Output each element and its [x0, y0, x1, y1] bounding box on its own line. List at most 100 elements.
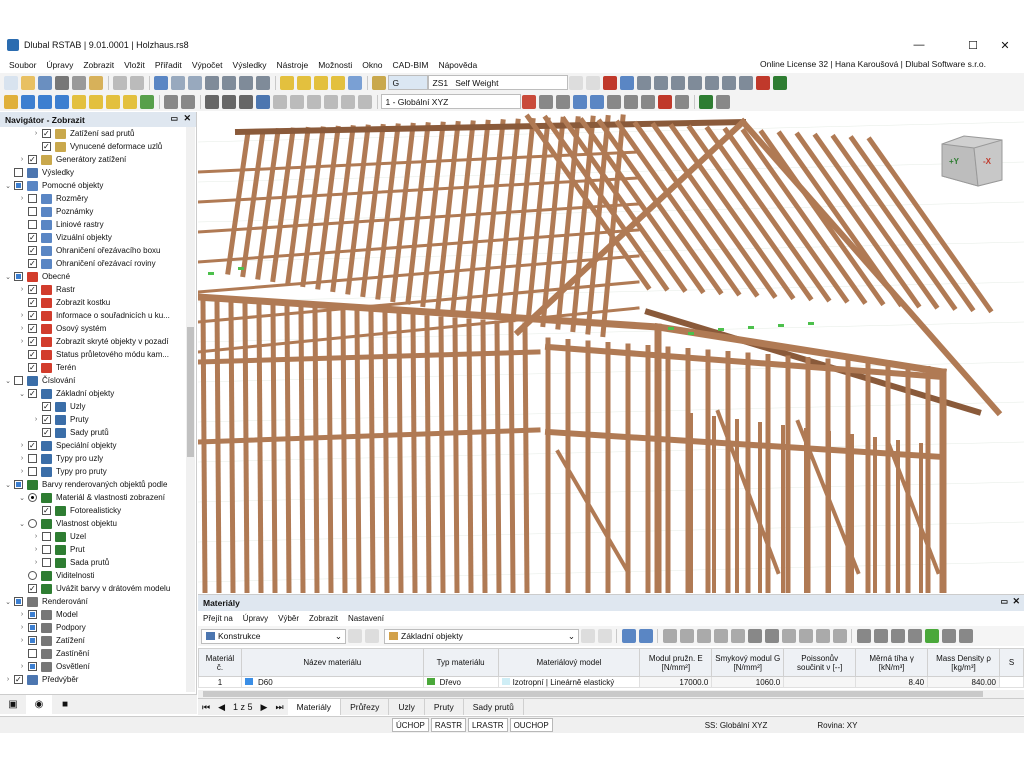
display-tab-icon[interactable]: ◉: [26, 695, 52, 714]
tree-item[interactable]: ⌄ Barvy renderovaných objektů podle: [0, 478, 196, 491]
col-material-name[interactable]: Název materiálu: [240, 648, 424, 677]
panel-close-icon[interactable]: ✕: [1012, 596, 1020, 607]
expand-toggle-icon[interactable]: ›: [4, 676, 12, 683]
select-in-model-icon[interactable]: [638, 629, 653, 643]
col-s[interactable]: S: [998, 648, 1024, 677]
view-iso-icon[interactable]: [522, 94, 536, 109]
tree-item[interactable]: › Model: [0, 608, 196, 621]
tree-item[interactable]: › Pruty: [0, 413, 196, 426]
result-values-icon[interactable]: [705, 75, 719, 90]
tree-item[interactable]: ⌄ Základní objekty: [0, 387, 196, 400]
table-icon[interactable]: [205, 75, 219, 90]
cell-s[interactable]: [998, 676, 1024, 688]
checkbox[interactable]: [28, 441, 37, 450]
tab-sady-prutu[interactable]: Sady prutů: [464, 699, 524, 715]
checkbox[interactable]: [28, 233, 37, 242]
tree-item[interactable]: ⌄ Vlastnost objektu: [0, 517, 196, 530]
tree-item[interactable]: Výsledky: [0, 166, 196, 179]
checkbox[interactable]: [14, 168, 23, 177]
tree-item[interactable]: Poznámky: [0, 205, 196, 218]
decimals-icon[interactable]: [958, 629, 973, 643]
tree-item[interactable]: › Rozměry: [0, 192, 196, 205]
expand-toggle-icon[interactable]: ›: [18, 325, 26, 332]
maximize-button[interactable]: ☐: [958, 35, 988, 55]
table-h-scrollbar[interactable]: [198, 690, 1024, 698]
grid-icon[interactable]: [730, 629, 745, 643]
checkbox[interactable]: [28, 636, 37, 645]
panel-pin-icon[interactable]: ▭: [1000, 597, 1008, 606]
structure-filter-select[interactable]: Konstrukce ⌄: [201, 628, 346, 644]
menu-moznosti[interactable]: Možnosti: [313, 60, 357, 70]
grid-toggle[interactable]: RASTR: [430, 718, 467, 732]
expand-toggle-icon[interactable]: ›: [18, 156, 26, 163]
menu-okno[interactable]: Okno: [357, 60, 387, 70]
checkbox[interactable]: [42, 428, 51, 437]
checkbox[interactable]: [28, 337, 37, 346]
solid-icon[interactable]: [290, 94, 304, 109]
checkbox[interactable]: [42, 506, 51, 515]
tab-prurezy[interactable]: Průřezy: [341, 699, 390, 715]
menu-vypocet[interactable]: Výpočet: [187, 60, 228, 70]
member-icon[interactable]: [38, 94, 52, 109]
checkbox[interactable]: [28, 311, 37, 320]
load-case-select[interactable]: ZS1 Self Weight: [427, 75, 568, 90]
checkbox[interactable]: [28, 389, 37, 398]
col-shear-modulus-g[interactable]: Smykový modul G [N/mm²]: [711, 648, 785, 677]
tree-item[interactable]: ⌄ Materiál & vlastnosti zobrazení: [0, 491, 196, 504]
expand-toggle-icon[interactable]: ⌄: [4, 377, 12, 385]
panel-menu-goto[interactable]: Přejít na: [198, 614, 238, 623]
function-edit-icon[interactable]: [907, 629, 922, 643]
tab-materialy[interactable]: Materiály: [287, 699, 342, 715]
cell-no[interactable]: 1: [198, 676, 242, 688]
expand-toggle-icon[interactable]: ⌄: [4, 481, 12, 489]
expand-toggle-icon[interactable]: ⌄: [18, 520, 26, 528]
col-material-type[interactable]: Typ materiálu: [422, 648, 499, 677]
cell-type[interactable]: Dřevo: [422, 676, 499, 688]
undo-icon[interactable]: [113, 75, 127, 90]
tree-item[interactable]: › Zatížení: [0, 634, 196, 647]
checkbox[interactable]: [28, 220, 37, 229]
object-next-icon[interactable]: [597, 629, 612, 643]
checkbox[interactable]: [42, 129, 51, 138]
checkbox[interactable]: [42, 532, 51, 541]
checkbox[interactable]: [28, 454, 37, 463]
division-icon[interactable]: [123, 94, 137, 109]
expand-toggle-icon[interactable]: ›: [18, 611, 26, 618]
checkbox[interactable]: [14, 376, 23, 385]
checkbox[interactable]: [14, 272, 23, 281]
select-in-table-icon[interactable]: [621, 629, 636, 643]
expand-toggle-icon[interactable]: ›: [18, 312, 26, 319]
tree-item[interactable]: ⌄ Obecné: [0, 270, 196, 283]
checkbox[interactable]: [28, 662, 37, 671]
view-front-icon[interactable]: [539, 94, 553, 109]
panel-menu-view[interactable]: Zobrazit: [304, 614, 343, 623]
checkbox[interactable]: [28, 350, 37, 359]
col-modulus-e[interactable]: Modul pružn. E [N/mm²]: [639, 648, 713, 677]
cell-g[interactable]: 1060.0: [711, 676, 785, 688]
checkbox[interactable]: [28, 285, 37, 294]
tree-item[interactable]: ⌄ Renderování: [0, 595, 196, 608]
excel-icon[interactable]: [924, 629, 939, 643]
copy-row-icon[interactable]: [679, 629, 694, 643]
scroll-thumb[interactable]: [187, 327, 194, 457]
dimension-icon[interactable]: [205, 94, 219, 109]
tree-item[interactable]: › Prut: [0, 543, 196, 556]
tree-item[interactable]: Ohraničení ořezávacího boxu: [0, 244, 196, 257]
table-view-icon[interactable]: [856, 629, 871, 643]
checkbox[interactable]: [28, 610, 37, 619]
view-bottom-icon[interactable]: [590, 94, 604, 109]
menu-zobrazit[interactable]: Zobrazit: [78, 60, 119, 70]
menu-vysledky[interactable]: Výsledky: [228, 60, 272, 70]
select-icon[interactable]: [348, 75, 362, 90]
expand-toggle-icon[interactable]: ›: [18, 468, 26, 475]
tree-item[interactable]: › Zobrazit skryté objekty v pozadí: [0, 335, 196, 348]
expand-toggle-icon[interactable]: ›: [32, 559, 40, 566]
checkbox[interactable]: [28, 324, 37, 333]
checkbox[interactable]: [14, 675, 23, 684]
animate-icon[interactable]: [722, 75, 736, 90]
paste-row-icon[interactable]: [696, 629, 711, 643]
panel-menu-edit[interactable]: Úpravy: [238, 614, 273, 623]
load-values-icon[interactable]: [637, 75, 651, 90]
zoom-icon[interactable]: [331, 75, 345, 90]
tree-item[interactable]: › Předvýběr: [0, 673, 196, 686]
